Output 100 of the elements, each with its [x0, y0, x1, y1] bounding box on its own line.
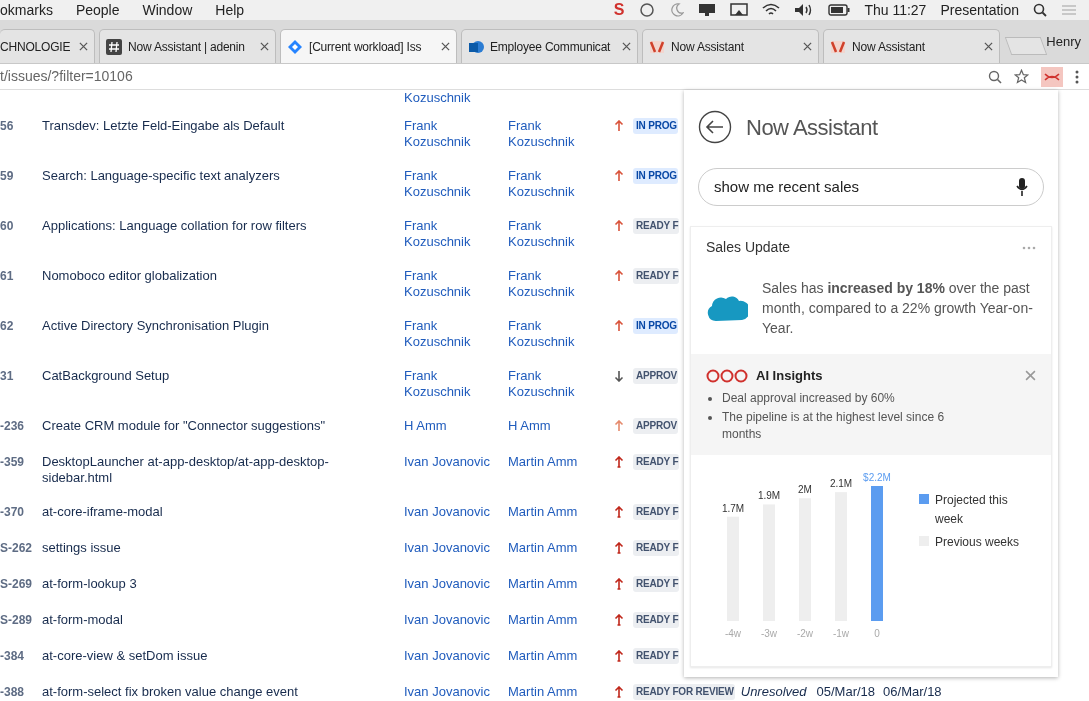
browser-tab[interactable]: Now Assistant | adenin — [99, 29, 276, 63]
assignee-link[interactable]: Frank Kozuschnik — [404, 218, 500, 250]
microphone-icon[interactable] — [1016, 177, 1028, 197]
search-icon[interactable] — [1033, 3, 1047, 17]
rings-logo-icon — [706, 368, 748, 383]
zoom-icon[interactable] — [988, 69, 1002, 84]
issue-key[interactable]: S-269 — [0, 576, 42, 592]
close-icon[interactable] — [79, 42, 88, 51]
monitor-icon[interactable] — [698, 3, 717, 17]
issue-summary[interactable]: at-form-modal — [42, 612, 342, 628]
issue-summary[interactable]: Nomoboco editor globalization — [42, 268, 342, 284]
reporter-link[interactable]: H Amm — [508, 418, 604, 434]
reporter-link[interactable]: Martin Amm — [508, 612, 604, 628]
arrow-up-icon — [614, 120, 624, 132]
assignee-link[interactable]: H Amm — [404, 418, 500, 434]
issue-key[interactable]: 59 — [0, 168, 42, 184]
arrow-down-icon — [614, 370, 624, 382]
issue-summary[interactable]: at-form-lookup 3 — [42, 576, 342, 592]
extension-button[interactable] — [1041, 66, 1063, 87]
menu-item[interactable]: Help — [215, 0, 245, 21]
profile-name[interactable]: Henry — [1046, 32, 1081, 52]
assignee-link[interactable]: Frank Kozuschnik — [404, 118, 500, 150]
issue-summary[interactable]: Applications: Language collation for row filters — [42, 218, 342, 234]
issue-summary[interactable]: at-core-iframe-modal — [42, 504, 342, 520]
app-letter[interactable]: S — [613, 2, 625, 18]
battery-icon[interactable] — [828, 4, 851, 16]
airplay-icon[interactable] — [730, 3, 749, 17]
issue-key[interactable]: S-262 — [0, 540, 42, 556]
issue-key[interactable]: -236 — [0, 418, 42, 434]
assignee-link[interactable]: Frank Kozuschnik — [404, 318, 500, 350]
issue-summary[interactable]: CatBackground Setup — [42, 368, 342, 384]
issue-summary[interactable]: at-form-select fix broken value change event — [42, 684, 342, 700]
assignee-link[interactable]: Ivan Jovanovic — [404, 576, 500, 592]
issue-key[interactable]: 61 — [0, 268, 42, 284]
issue-key[interactable]: -359 — [0, 454, 42, 470]
browser-tab[interactable]: [Current workload] Iss — [280, 29, 457, 63]
reporter-link[interactable]: Frank Kozuschnik — [508, 168, 604, 200]
menu-item[interactable]: Window — [142, 0, 193, 21]
reporter-link[interactable]: Frank Kozuschnik — [508, 368, 604, 400]
issue-summary[interactable]: settings issue — [42, 540, 342, 556]
assignee-link[interactable]: Frank Kozuschnik — [404, 268, 500, 300]
issue-key[interactable]: 62 — [0, 318, 42, 334]
status-badge: READY FOR REVIEW — [633, 684, 735, 700]
assignee-link[interactable]: Ivan Jovanovic — [404, 684, 500, 700]
close-icon[interactable] — [803, 42, 812, 51]
address-field[interactable]: t/issues/?filter=10106 — [0, 66, 988, 87]
close-icon[interactable] — [260, 42, 269, 51]
issue-key[interactable]: -370 — [0, 504, 42, 520]
issue-summary[interactable]: Transdev: Letzte Feld-Eingabe als Default — [42, 118, 342, 134]
issue-key[interactable]: 31 — [0, 368, 42, 384]
issue-summary[interactable]: at-core-view & setDom issue — [42, 648, 342, 664]
reporter-link[interactable]: Martin Amm — [508, 648, 604, 664]
issue-key[interactable]: S-289 — [0, 612, 42, 628]
browser-tab[interactable]: Now Assistant — [823, 29, 1000, 63]
wifi-icon[interactable] — [762, 3, 781, 17]
menu-item[interactable]: People — [75, 0, 120, 21]
star-icon[interactable] — [1014, 69, 1029, 84]
issue-summary[interactable]: DesktopLauncher at-app-desktop/at-app-desktop-sidebar.html — [42, 454, 342, 486]
close-icon[interactable] — [984, 42, 993, 51]
issue-key[interactable]: -384 — [0, 648, 42, 664]
issue-key[interactable]: -388 — [0, 684, 42, 700]
reporter-link[interactable]: Frank Kozuschnik — [508, 118, 604, 150]
back-icon[interactable] — [698, 110, 732, 144]
close-icon[interactable] — [622, 42, 631, 51]
axis-label: -4w — [724, 627, 742, 639]
assignee-link[interactable]: Ivan Jovanovic — [404, 540, 500, 556]
assignee-link[interactable]: Frank Kozuschnik — [404, 168, 500, 200]
assignee-link[interactable]: Ivan Jovanovic — [404, 454, 500, 470]
reporter-link[interactable]: Frank Kozuschnik — [508, 318, 604, 350]
issue-key[interactable]: 60 — [0, 218, 42, 234]
more-icon[interactable] — [1075, 69, 1079, 84]
axis-label: -1w — [832, 627, 850, 639]
clock[interactable]: Thu 11:27 — [864, 0, 927, 21]
close-icon[interactable] — [441, 42, 450, 51]
reporter-link[interactable]: Martin Amm — [508, 540, 604, 556]
reporter-link[interactable]: Martin Amm — [508, 684, 604, 700]
assignee-link[interactable]: Ivan Jovanovic — [404, 612, 500, 628]
arrow-up-icon — [614, 270, 624, 282]
browser-tab[interactable]: CHNOLOGIE — [0, 29, 95, 63]
status-badge: READY F — [633, 612, 680, 628]
assignee-link[interactable]: Kozuschnik — [404, 90, 471, 109]
issue-key[interactable]: 56 — [0, 118, 42, 134]
issue-summary[interactable]: Create CRM module for "Connector suggestions" — [42, 418, 342, 434]
assignee-link[interactable]: Ivan Jovanovic — [404, 504, 500, 520]
menu-item[interactable]: okmarks — [0, 0, 53, 21]
assignee-link[interactable]: Frank Kozuschnik — [404, 368, 500, 400]
browser-tab[interactable]: Now Assistant — [642, 29, 819, 63]
value-label: 2.1M — [829, 477, 853, 489]
reporter-link[interactable]: Frank Kozuschnik — [508, 218, 604, 250]
browser-tab[interactable]: Employee Communicat — [461, 29, 638, 63]
issue-summary[interactable]: Active Directory Synchronisation Plugin — [42, 318, 342, 334]
reporter-link[interactable]: Martin Amm — [508, 504, 604, 520]
reporter-link[interactable]: Martin Amm — [508, 576, 604, 592]
reporter-link[interactable]: Martin Amm — [508, 454, 604, 470]
user-name[interactable]: Presentation — [940, 0, 1019, 21]
assignee-link[interactable]: Ivan Jovanovic — [404, 648, 500, 664]
arrow-up-icon — [614, 542, 624, 554]
status-badge: READY F — [633, 576, 680, 592]
issue-summary[interactable]: Search: Language-specific text analyzers — [42, 168, 342, 184]
reporter-link[interactable]: Frank Kozuschnik — [508, 268, 604, 300]
